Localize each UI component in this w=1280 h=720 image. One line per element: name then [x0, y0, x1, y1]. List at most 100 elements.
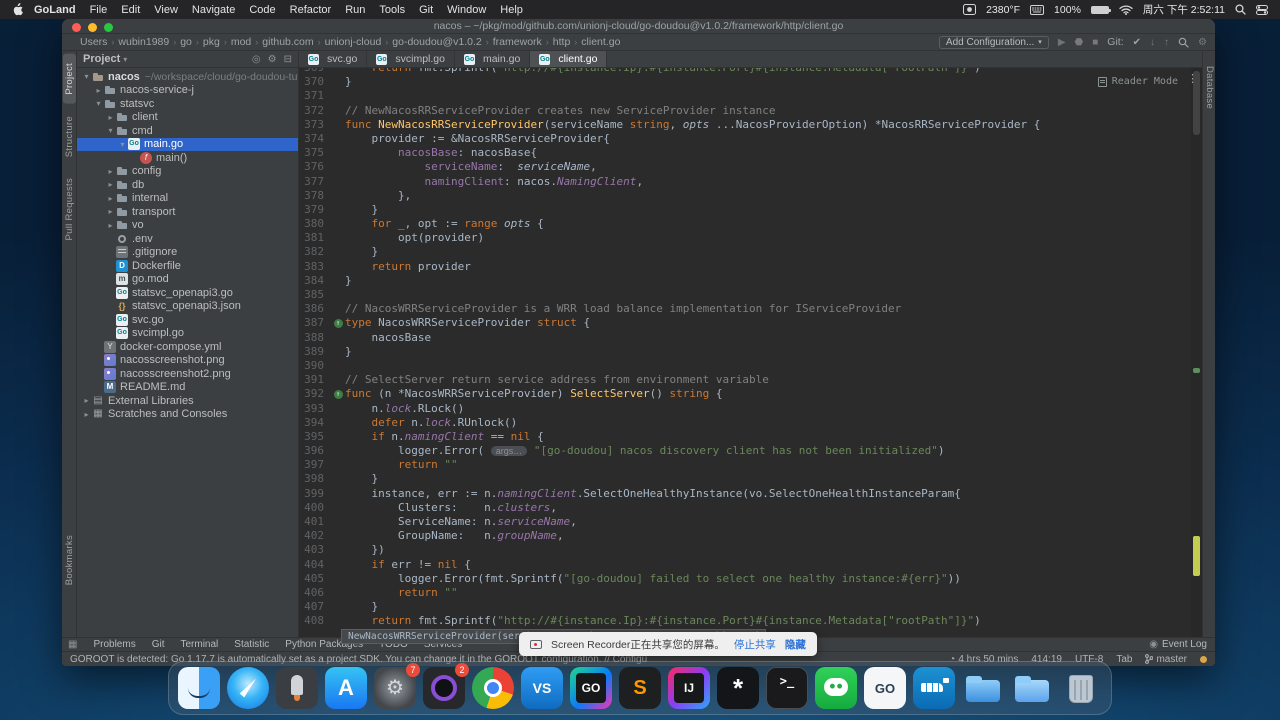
git-update-icon[interactable]: ✔	[1133, 37, 1141, 48]
stop-button[interactable]: ■	[1092, 37, 1098, 48]
code-line-376[interactable]: 376 serviceName: serviceName,	[299, 160, 1202, 174]
tree-row-vo[interactable]: ▸ vo	[77, 219, 298, 233]
debug-button[interactable]: ⬣	[1075, 37, 1084, 48]
hide-notification-button[interactable]: 隐藏	[785, 637, 806, 652]
tree-row-docker-compose-yml[interactable]: docker-compose.yml	[77, 340, 298, 354]
tree-row-client[interactable]: ▸ client	[77, 111, 298, 125]
tree-row-nacos-service-j[interactable]: ▸ nacos-service-j	[77, 84, 298, 98]
tool-stripe-project[interactable]: Project	[63, 54, 76, 104]
code-line-395[interactable]: 395 if n.namingClient == nil {	[299, 430, 1202, 444]
chevron-right-icon[interactable]: ▸	[93, 86, 104, 95]
dock-trash-icon[interactable]	[1060, 667, 1102, 709]
dock-sublime-icon[interactable]: S	[619, 667, 661, 709]
chevron-right-icon[interactable]: ▸	[105, 180, 116, 189]
tool-stripe-pull-requests[interactable]: Pull Requests	[63, 169, 76, 250]
menu-item-refactor[interactable]: Refactor	[290, 4, 332, 16]
git-branch-widget[interactable]: master	[1145, 654, 1187, 665]
breadcrumb-item-pkg[interactable]: pkg	[203, 36, 220, 48]
dock-goapp-icon[interactable]: GO	[864, 667, 906, 709]
tree-row-cmd[interactable]: ▾ cmd	[77, 124, 298, 138]
code-line-406[interactable]: 406 return ""	[299, 586, 1202, 600]
breadcrumb-item-go-doudou-v1-0-2[interactable]: go-doudou@v1.0.2	[392, 36, 481, 48]
menu-item-tools[interactable]: Tools	[379, 4, 405, 16]
code-line-392[interactable]: 392 ↑ func (n *NacosWRRServiceProvider) Se…	[299, 387, 1202, 401]
code-editor[interactable]: Reader Mode ⋮ 369 return fmt.Sprintf("ht…	[299, 68, 1202, 637]
battery-icon[interactable]	[1090, 5, 1111, 14]
code-line-405[interactable]: 405 logger.Error(fmt.Sprintf("[go-doudou…	[299, 572, 1202, 586]
weather-temp[interactable]: 2380°F	[986, 4, 1020, 16]
code-line-381[interactable]: 381 opt(provider)	[299, 231, 1202, 245]
code-line-399[interactable]: 399 instance, err := n.namingClient.Sele…	[299, 487, 1202, 501]
code-line-377[interactable]: 377 namingClient: nacos.NamingClient,	[299, 175, 1202, 189]
menu-item-run[interactable]: Run	[345, 4, 365, 16]
code-line-400[interactable]: 400 Clusters: n.clusters,	[299, 501, 1202, 515]
dock-vscode-icon[interactable]: VS	[521, 667, 563, 709]
git-push-icon[interactable]: ↑	[1164, 37, 1169, 48]
keyboard-icon[interactable]	[1030, 4, 1045, 15]
code-line-379[interactable]: 379 }	[299, 203, 1202, 217]
code-line-402[interactable]: 402 GroupName: n.groupName,	[299, 529, 1202, 543]
code-line-393[interactable]: 393 n.lock.RLock()	[299, 402, 1202, 416]
tool-window-switcher-icon[interactable]: ▦	[68, 639, 77, 650]
dock-launchpad-icon[interactable]	[276, 667, 318, 709]
tab-svc-go[interactable]: svc.go	[299, 51, 368, 67]
wifi-icon[interactable]	[1119, 4, 1133, 15]
code-line-394[interactable]: 394 defer n.lock.RUnlock()	[299, 416, 1202, 430]
tree-row-main-go[interactable]: ▾ main.go	[77, 137, 298, 151]
code-line-369[interactable]: 369 return fmt.Sprintf("http://#{instanc…	[299, 68, 1202, 75]
code-line-380[interactable]: 380 for _, opt := range opts {	[299, 217, 1202, 231]
run-button[interactable]: ▶	[1058, 37, 1066, 48]
breadcrumb-item-mod[interactable]: mod	[231, 36, 251, 48]
menu-item-goland[interactable]: GoLand	[34, 4, 76, 16]
tree-row-config[interactable]: ▸ config	[77, 165, 298, 179]
code-line-401[interactable]: 401 ServiceName: n.serviceName,	[299, 515, 1202, 529]
code-line-373[interactable]: 373 func NewNacosRRServiceProvider(servic…	[299, 118, 1202, 132]
code-line-407[interactable]: 407 }	[299, 600, 1202, 614]
indent-style[interactable]: Tab	[1116, 654, 1132, 665]
tab-main-go[interactable]: main.go	[455, 51, 531, 67]
breadcrumb-item-go[interactable]: go	[180, 36, 192, 48]
add-configuration-button[interactable]: Add Configuration... ▾	[938, 35, 1049, 49]
breadcrumb-item-client-go[interactable]: client.go	[581, 36, 620, 48]
locate-file-icon[interactable]: ◎	[252, 54, 261, 65]
chevron-down-icon[interactable]: ▾	[105, 126, 116, 135]
apple-logo-icon[interactable]	[12, 3, 23, 16]
settings-gear-icon[interactable]: ⚙	[1198, 37, 1207, 48]
breadcrumb-item-http[interactable]: http	[553, 36, 571, 48]
dock-goland-icon[interactable]: GO	[570, 667, 612, 709]
chevron-right-icon[interactable]: ▸	[105, 113, 116, 122]
code-line-388[interactable]: 388 nacosBase	[299, 331, 1202, 345]
toolwindow-button-terminal[interactable]: Terminal	[180, 639, 218, 650]
dock-folder1-icon[interactable]	[962, 667, 1004, 709]
tree-row-internal[interactable]: ▸ internal	[77, 192, 298, 206]
stop-sharing-button[interactable]: 停止共享	[734, 637, 776, 652]
dock-folder2-icon[interactable]	[1011, 667, 1053, 709]
code-line-397[interactable]: 397 return ""	[299, 458, 1202, 472]
tree-row-nacosscreenshot2-png[interactable]: nacosscreenshot2.png	[77, 367, 298, 381]
menu-clock[interactable]: 周六 下午 2:52:11	[1143, 2, 1225, 17]
breadcrumb-item-github-com[interactable]: github.com	[262, 36, 313, 48]
dock-chrome-icon[interactable]	[472, 667, 514, 709]
code-line-370[interactable]: 370}	[299, 75, 1202, 89]
tree-row-readme-md[interactable]: README.md	[77, 381, 298, 395]
chevron-right-icon[interactable]: ▸	[105, 194, 116, 203]
background-task-indicator[interactable]	[1200, 655, 1207, 663]
menu-item-git[interactable]: Git	[419, 4, 433, 16]
chevron-right-icon[interactable]: ▸	[105, 167, 116, 176]
toolwindow-button-statistic[interactable]: Statistic	[234, 639, 269, 650]
tree-row-nacos[interactable]: ▾ nacos ~/workspace/cloud/go-doudou-tutori…	[77, 70, 298, 84]
code-line-374[interactable]: 374 provider := &NacosRRServiceProvider{	[299, 132, 1202, 146]
window-title-bar[interactable]: nacos – ~/pkg/mod/github.com/unionj-clou…	[62, 19, 1215, 34]
code-line-391[interactable]: 391 // SelectServer return service addres…	[299, 373, 1202, 387]
tree-row-db[interactable]: ▸ db	[77, 178, 298, 192]
dock-utility-icon[interactable]: *	[717, 667, 759, 709]
code-line-396[interactable]: 396 logger.Error( args… "[go-doudou] nac…	[299, 444, 1202, 458]
menu-item-navigate[interactable]: Navigate	[192, 4, 235, 16]
tree-row-statsvc-openapi3-go[interactable]: statsvc_openapi3.go	[77, 286, 298, 300]
menu-item-help[interactable]: Help	[500, 4, 523, 16]
dock-recorder-icon[interactable]: 2	[423, 663, 469, 709]
tree-row-svcimpl-go[interactable]: svcimpl.go	[77, 327, 298, 341]
tree-row-nacosscreenshot-png[interactable]: nacosscreenshot.png	[77, 354, 298, 368]
editor-scrollbar[interactable]: ⋮	[1187, 68, 1202, 637]
code-line-387[interactable]: 387 ↑ type NacosWRRServiceProvider struct …	[299, 316, 1202, 330]
